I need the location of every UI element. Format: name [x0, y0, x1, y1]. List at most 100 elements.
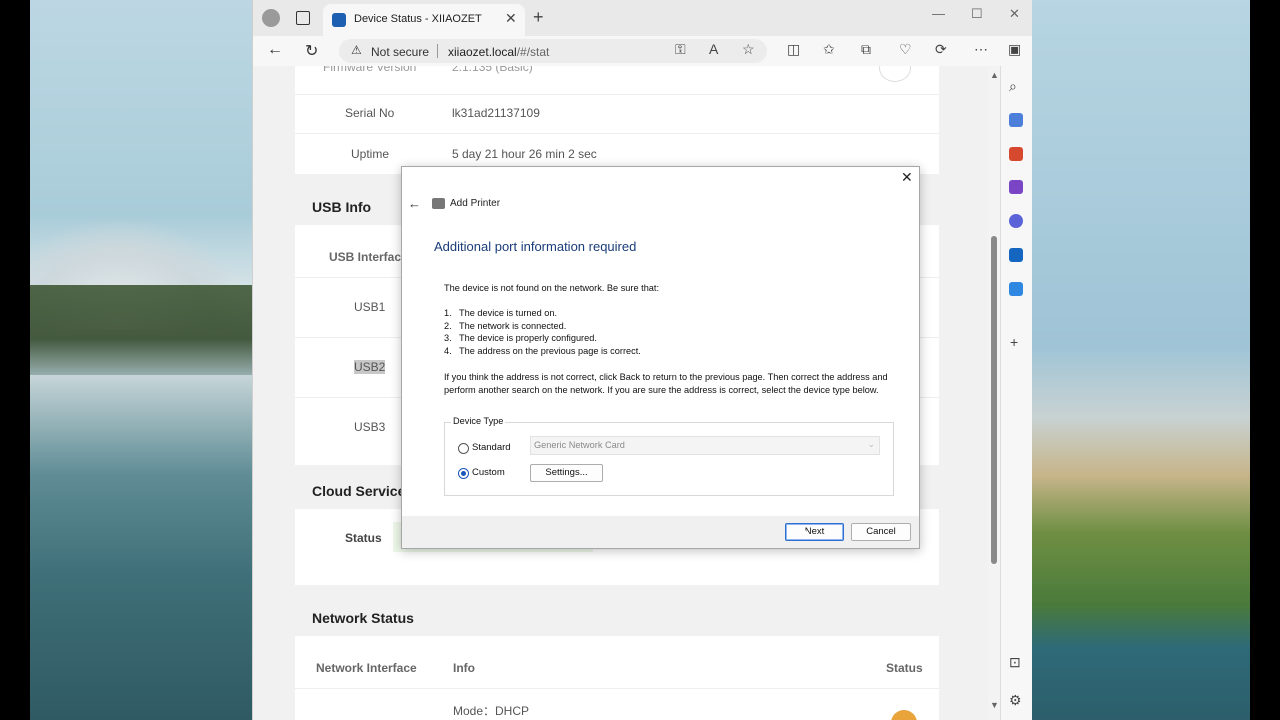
device-type-legend: Device Type — [451, 416, 506, 426]
maximize-button[interactable]: ☐ — [971, 6, 983, 22]
device-type-group: Device Type Standard Generic Network Car… — [444, 416, 894, 496]
dialog-close-icon[interactable]: ✕ — [901, 169, 913, 186]
not-secure-label[interactable]: Not secure — [371, 45, 429, 59]
checklist-item: 3. The device is properly configured. — [444, 332, 641, 345]
extension-icon[interactable]: ⟳ — [935, 41, 947, 58]
add-sidebar-app-icon[interactable]: + — [1010, 334, 1018, 350]
address-bar[interactable]: ⚠ Not secure xiiaozet.local/#/stat — [339, 39, 767, 63]
new-tab-button[interactable]: + — [533, 7, 544, 28]
custom-label[interactable]: Custom — [472, 467, 505, 478]
profile-avatar[interactable] — [262, 9, 280, 27]
read-aloud-icon[interactable]: A — [709, 41, 718, 57]
site-favicon-icon — [332, 13, 346, 27]
edge-sidebar: ⌕ + ⊡ ⚙ — [1000, 66, 1032, 720]
tab-device-status[interactable]: Device Status - XIIAOZET ✕ — [323, 4, 525, 36]
wallpaper-trees — [30, 285, 252, 375]
search-icon[interactable]: ⌕ — [1009, 78, 1017, 95]
scrollbar-thumb[interactable] — [991, 236, 997, 564]
tab-bar: Device Status - XIIAOZET ✕ + — ☐ ✕ — [253, 0, 1032, 36]
dialog-back-arrow-icon[interactable]: ← — [408, 196, 421, 211]
games-icon[interactable] — [1009, 180, 1023, 194]
network-mode-value: Mode：DHCP — [453, 704, 530, 718]
sidebar-toggle-icon[interactable]: ▣ — [1008, 41, 1021, 58]
dialog-footer: Next Cancel — [402, 516, 919, 548]
usb-info-title: USB Info — [312, 199, 372, 215]
minimize-button[interactable]: — — [932, 6, 945, 21]
cancel-button[interactable]: Cancel — [851, 523, 911, 541]
refresh-icon[interactable]: ↻ — [305, 41, 318, 61]
printer-icon — [432, 198, 445, 209]
serial-label: Serial No — [345, 106, 395, 120]
cloud-status-label: Status — [345, 531, 382, 545]
usb-port-2[interactable]: USB2 — [354, 360, 386, 374]
network-interface-header: Network Interface — [316, 661, 417, 675]
standard-label[interactable]: Standard — [472, 442, 511, 453]
divider — [295, 133, 939, 134]
checklist-number: 2. — [444, 320, 452, 331]
checklist-text: The device is turned on. — [459, 308, 558, 318]
add-printer-dialog: ✕ ← Add Printer Additional port informat… — [401, 166, 920, 549]
tools-icon[interactable] — [1009, 147, 1023, 161]
checklist-text: The address on the previous page is corr… — [459, 345, 641, 356]
back-arrow-icon[interactable]: ← — [267, 41, 283, 59]
browser-essentials-icon[interactable]: ♡ — [899, 41, 912, 58]
url-host: xiiaozet.local — [448, 45, 517, 59]
checklist-item: 1. The device is turned on. — [444, 307, 641, 320]
shopping-tag-icon[interactable] — [1009, 113, 1023, 127]
network-status-card: Network Interface Info Status Mode：DHCP — [295, 636, 939, 720]
custom-radio[interactable] — [458, 468, 469, 479]
firmware-update-button[interactable] — [879, 66, 911, 82]
checklist-text: The network is connected. — [459, 320, 567, 331]
divider — [295, 94, 939, 95]
uptime-value: 5 day 21 hour 26 min 2 sec — [452, 147, 597, 161]
favorites-icon[interactable]: ✩ — [823, 41, 835, 58]
page-scrollbar[interactable]: ▲ ▼ — [988, 66, 1000, 720]
screenshot-icon[interactable]: ⊡ — [1009, 654, 1021, 671]
wallpaper-right — [1032, 0, 1250, 720]
checklist-number: 4. — [444, 345, 452, 356]
scroll-down-icon[interactable]: ▼ — [990, 700, 999, 710]
standard-device-select: Generic Network Card ⌄ — [530, 436, 880, 455]
network-status-dot — [891, 710, 917, 720]
navigation-bar: ← ↻ ⚠ Not secure xiiaozet.local/#/stat ⚿… — [253, 36, 1032, 66]
scroll-up-icon[interactable]: ▲ — [990, 70, 999, 80]
outlook-icon[interactable] — [1009, 248, 1023, 262]
close-window-button[interactable]: ✕ — [1009, 6, 1020, 22]
send-icon[interactable] — [1009, 282, 1023, 296]
standard-radio[interactable] — [458, 443, 469, 454]
firmware-value: 2.1.135 (Basic) — [452, 66, 533, 74]
split-screen-icon[interactable]: ◫ — [787, 41, 800, 58]
letterbox-right — [1250, 0, 1280, 720]
tab-title: Device Status - XIIAOZET — [354, 13, 482, 25]
tab-close-icon[interactable]: ✕ — [505, 10, 517, 27]
network-info-header: Info — [453, 661, 475, 675]
dialog-intro-text: The device is not found on the network. … — [444, 283, 660, 293]
settings-gear-icon[interactable]: ⚙ — [1009, 692, 1022, 709]
uptime-label: Uptime — [351, 147, 390, 161]
checklist-item: 4. The address on the previous page is co… — [444, 345, 641, 358]
tab-actions-icon[interactable] — [296, 11, 310, 25]
microsoft365-icon[interactable] — [1009, 214, 1023, 228]
serial-value: lk31ad21137109 — [452, 106, 540, 120]
favorite-star-icon[interactable]: ☆ — [742, 41, 755, 58]
warning-icon[interactable]: ⚠ — [351, 43, 362, 57]
device-info-card: Firmware Version 2.1.135 (Basic) Serial … — [295, 66, 939, 174]
standard-select-value: Generic Network Card — [534, 440, 625, 450]
key-icon[interactable]: ⚿ — [675, 41, 686, 58]
network-status-header: Status — [886, 661, 923, 675]
settings-button[interactable]: Settings... — [530, 464, 603, 482]
next-button[interactable]: Next — [785, 523, 844, 541]
screen: Device Status - XIIAOZET ✕ + — ☐ ✕ ← ↻ ⚠… — [0, 0, 1280, 720]
collections-icon[interactable]: ⧉ — [861, 41, 871, 58]
divider — [295, 688, 939, 689]
letterbox-left — [0, 0, 30, 720]
checklist: 1. The device is turned on. 2. The network… — [444, 307, 641, 357]
usb-port-1[interactable]: USB1 — [354, 300, 385, 314]
usb-port-3[interactable]: USB3 — [354, 420, 385, 434]
checklist-number: 3. — [444, 333, 452, 344]
more-menu-icon[interactable]: ⋯ — [974, 41, 988, 58]
firmware-label: Firmware Version — [323, 66, 417, 74]
url-text[interactable]: xiiaozet.local/#/stat — [448, 45, 549, 59]
address-separator — [437, 44, 438, 58]
checklist-number: 1. — [444, 308, 452, 318]
